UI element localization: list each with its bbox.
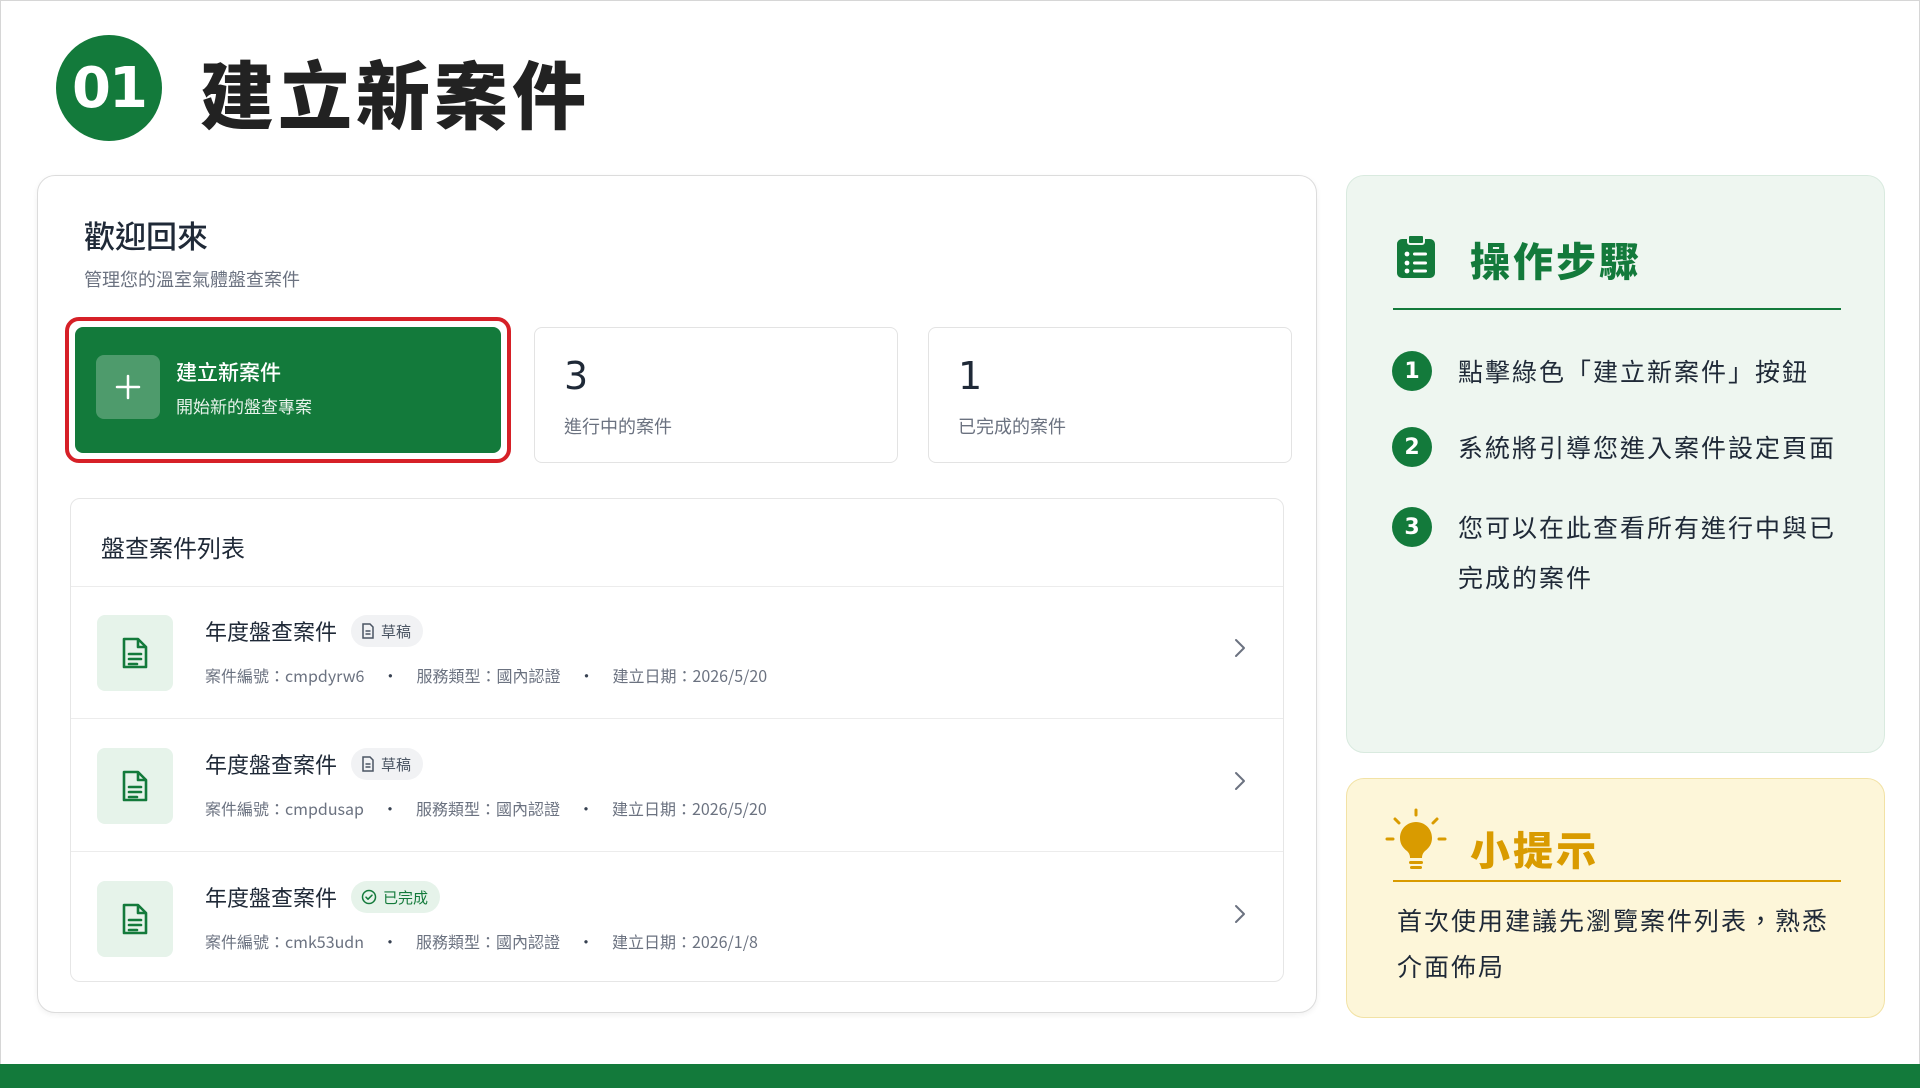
stat-label: 已完成的案件 [958,413,1066,439]
status-badge: 草稿 [351,615,424,647]
tips-panel: 小提示 首次使用建議先瀏覽案件列表，熟悉介面佈局 [1346,778,1885,1018]
chevron-right-icon [1235,639,1245,657]
table-row[interactable]: 年度盤查案件 已完成 案件編號：cmk53udn • 服務類型：國內認證 • 建立日期：… [71,853,1283,981]
case-number: 案件編號：cmk53udn [205,929,364,953]
status-badge: 已完成 [351,881,441,913]
status-badge-label: 已完成 [383,886,429,908]
step-number: 2 [1392,427,1432,467]
bottom-accent-bar [0,1064,1920,1088]
status-badge-label: 草稿 [381,753,412,775]
table-row[interactable]: 年度盤查案件 草稿 案件編號：cmpdusap • 服務類型：國內認證 • 建立日期：2… [71,720,1283,852]
status-badge: 草稿 [351,748,424,780]
created-date: 建立日期：2026/1/8 [612,929,758,953]
step-text: 您可以在此查看所有進行中與已完成的案件 [1458,509,1837,595]
steps-heading: 操作步驟 [1470,230,1642,288]
case-meta: 案件編號：cmpdusap • 服務類型：國內認證 • 建立日期：2026/5/20 [205,796,767,820]
service-type: 服務類型：國內認證 [416,663,561,687]
dashboard-card: 歡迎回來 管理您的溫室氣體盤查案件 建立新案件 開始新的盤查專案 3 進行中的案… [37,175,1317,1013]
tips-text: 首次使用建議先瀏覽案件列表，熟悉介面佈局 [1397,902,1830,984]
case-name: 年度盤查案件 [205,615,338,647]
stat-card-in-progress: 3 進行中的案件 [534,327,898,463]
divider [1393,308,1841,310]
case-meta: 案件編號：cmpdyrw6 • 服務類型：國內認證 • 建立日期：2026/5/20 [205,663,768,687]
create-case-subtitle: 開始新的盤查專案 [176,393,312,418]
lightbulb-icon [1385,808,1447,869]
clipboard-list-icon [1397,234,1435,278]
step-text: 點擊綠色「建立新案件」按鈕 [1458,353,1810,389]
divider [71,718,1283,719]
step-number: 1 [1392,351,1432,391]
case-number: 案件編號：cmpdusap [205,796,364,820]
case-name: 年度盤查案件 [205,748,338,780]
case-number: 案件編號：cmpdyrw6 [205,663,365,687]
service-type: 服務類型：國內認證 [415,929,560,953]
divider [1393,880,1841,882]
status-badge-label: 草稿 [381,620,412,642]
case-list-title: 盤查案件列表 [101,529,245,564]
create-case-button[interactable]: 建立新案件 開始新的盤查專案 [75,327,501,453]
chevron-right-icon [1235,905,1245,923]
divider [71,851,1283,852]
document-icon [97,881,173,957]
check-circle-icon [361,889,377,905]
created-date: 建立日期：2026/5/20 [612,796,767,820]
plus-icon [96,355,160,419]
stat-value: 1 [958,354,983,398]
table-row[interactable]: 年度盤查案件 草稿 案件編號：cmpdyrw6 • 服務類型：國內認證 • 建立日期：2… [71,587,1283,719]
service-type: 服務類型：國內認證 [415,796,560,820]
chevron-right-icon [1235,772,1245,790]
created-date: 建立日期：2026/5/20 [612,663,768,687]
case-list-panel: 盤查案件列表 年度盤查案件 草稿 案件編號：cmpdyrw6 • 服務類型：國內認證… [70,498,1284,982]
step-number: 3 [1392,507,1432,547]
case-name: 年度盤查案件 [205,881,338,913]
steps-panel: 操作步驟 1 點擊綠色「建立新案件」按鈕 2 系統將引導您進入案件設定頁面 3 … [1346,175,1885,753]
welcome-subtitle: 管理您的溫室氣體盤查案件 [84,266,300,292]
step-number-badge: 01 [56,35,162,141]
case-meta: 案件編號：cmk53udn • 服務類型：國內認證 • 建立日期：2026/1/8 [205,929,758,953]
page-title: 建立新案件 [200,38,590,145]
stat-card-completed: 1 已完成的案件 [928,327,1292,463]
stat-value: 3 [564,354,589,398]
document-icon [97,748,173,824]
stat-label: 進行中的案件 [564,413,672,439]
step-text: 系統將引導您進入案件設定頁面 [1458,429,1837,465]
document-icon [97,615,173,691]
draft-file-icon [362,623,374,639]
create-case-title: 建立新案件 [176,357,281,387]
tips-heading: 小提示 [1470,819,1599,877]
draft-file-icon [362,756,374,772]
welcome-title: 歡迎回來 [84,212,208,257]
